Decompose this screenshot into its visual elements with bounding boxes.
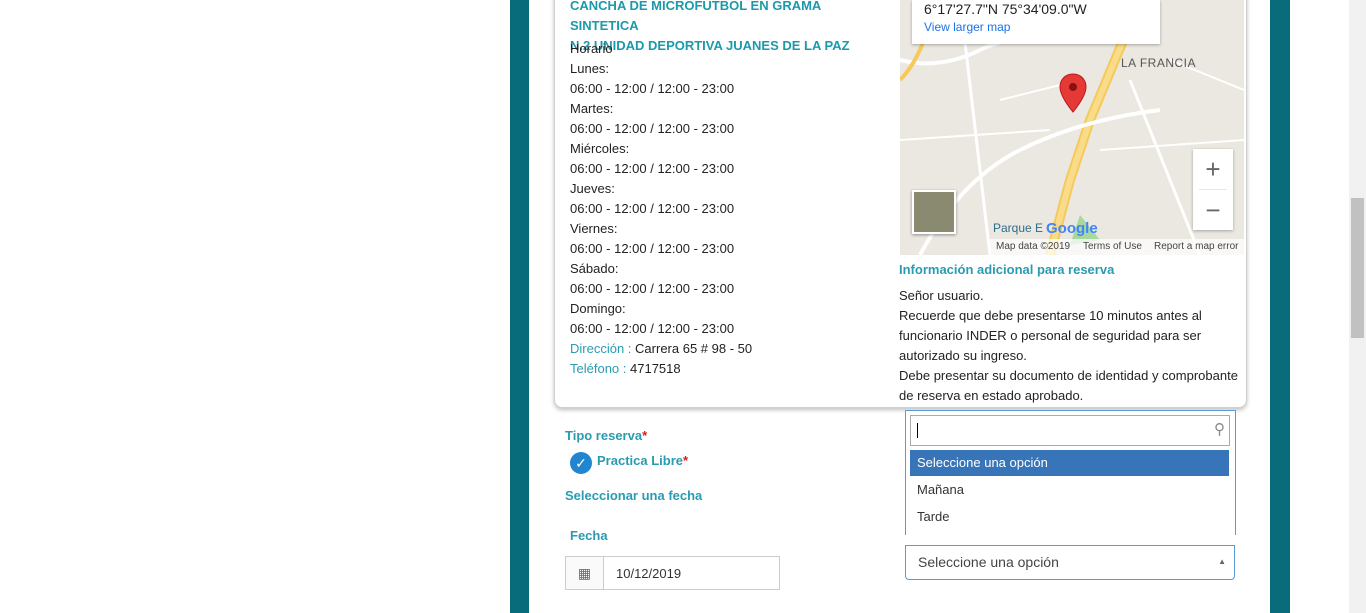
address-value: Carrera 65 # 98 - 50 — [635, 341, 753, 356]
schedule-label: Horario — [570, 41, 613, 56]
zoom-out-button[interactable]: − — [1193, 190, 1233, 230]
schedule-hours: 06:00 - 12:00 / 12:00 - 23:00 — [570, 121, 735, 136]
dropdown-search-input[interactable]: ⚲ — [910, 415, 1230, 446]
phone-label: Teléfono : — [570, 361, 627, 376]
info-line: autorizado su ingreso. — [899, 348, 1027, 363]
zoom-in-button[interactable]: + — [1193, 149, 1233, 189]
address-label: Dirección : — [570, 341, 632, 356]
info-line: de reserva en estado aprobado. — [899, 388, 1084, 403]
info-line: Señor usuario. — [899, 288, 984, 303]
search-icon: ⚲ — [1214, 421, 1225, 438]
schedule-day: Sábado: — [570, 261, 619, 276]
map-place-label: LA FRANCIA — [1121, 56, 1197, 70]
select-value: Seleccione una opción — [918, 554, 1059, 570]
date-value[interactable]: 10/12/2019 — [616, 566, 681, 581]
phone-value: 4717518 — [630, 361, 681, 376]
address-row: Dirección : Carrera 65 # 98 - 50 — [570, 339, 752, 359]
calendar-icon[interactable]: ▦ — [566, 557, 604, 589]
practica-libre-option[interactable]: Practica Libre* — [597, 453, 688, 468]
report-map-error-link[interactable]: Report a map error — [1154, 241, 1238, 252]
dropdown-option[interactable]: Seleccione una opción — [910, 450, 1229, 476]
dropdown-option[interactable]: Mañana — [910, 477, 1229, 503]
select-date-label: Seleccionar una fecha — [565, 488, 703, 503]
schedule-day: Jueves: — [570, 181, 615, 196]
schedule-hours: 06:00 - 12:00 / 12:00 - 23:00 — [570, 201, 735, 216]
schedule-day: Miércoles: — [570, 141, 630, 156]
info-title: Información adicional para reserva — [899, 262, 1115, 277]
map-footer: Map data ©2019 Terms of Use Report a map… — [990, 239, 1244, 255]
map-coordinates: 6°17'27.7"N 75°34'09.0"W — [924, 1, 1087, 17]
schedule-hours: 06:00 - 12:00 / 12:00 - 23:00 — [570, 281, 735, 296]
shift-select[interactable]: Seleccione una opción ▲ — [905, 545, 1235, 580]
schedule-hours: 06:00 - 12:00 / 12:00 - 23:00 — [570, 81, 735, 96]
map-park-label: Parque E — [993, 221, 1044, 235]
map-data-text: Map data ©2019 — [996, 241, 1071, 252]
view-larger-map-link[interactable]: View larger map — [924, 20, 1010, 34]
info-line: Debe presentar su documento de identidad… — [899, 368, 1238, 383]
reservation-type-label: Tipo reserva* — [565, 428, 648, 443]
text-cursor — [917, 423, 918, 438]
schedule-day: Viernes: — [570, 221, 618, 236]
phone-row: Teléfono : 4717518 — [570, 359, 681, 379]
dropdown-option[interactable]: Tarde — [910, 504, 1229, 530]
info-line: Recuerde que debe presentarse 10 minutos… — [899, 308, 1202, 323]
chevron-up-icon: ▲ — [1218, 557, 1226, 566]
required-mark: * — [683, 453, 689, 468]
map-pin-icon[interactable] — [1058, 72, 1088, 114]
google-logo: Google — [1046, 220, 1098, 237]
check-icon[interactable]: ✓ — [570, 452, 592, 474]
date-field[interactable]: ▦ 10/12/2019 — [565, 556, 780, 590]
schedule-day: Martes: — [570, 101, 614, 116]
schedule-day: Lunes: — [570, 61, 610, 76]
terms-of-use-link[interactable]: Terms of Use — [1083, 241, 1142, 252]
satellite-toggle[interactable] — [912, 190, 956, 234]
schedule-hours: 06:00 - 12:00 / 12:00 - 23:00 — [570, 161, 735, 176]
schedule-hours: 06:00 - 12:00 / 12:00 - 23:00 — [570, 321, 735, 336]
date-label: Fecha — [570, 528, 608, 543]
schedule-hours: 06:00 - 12:00 / 12:00 - 23:00 — [570, 241, 735, 256]
scrollbar-thumb[interactable] — [1351, 198, 1364, 338]
venue-title: CANCHA DE MICROFUTBOL EN GRAMA SINTETICA… — [570, 0, 850, 53]
info-line: funcionario INDER o personal de segurida… — [899, 328, 1202, 343]
required-mark: * — [642, 428, 648, 443]
schedule-day: Domingo: — [570, 301, 626, 316]
zoom-controls: + − — [1193, 149, 1233, 230]
